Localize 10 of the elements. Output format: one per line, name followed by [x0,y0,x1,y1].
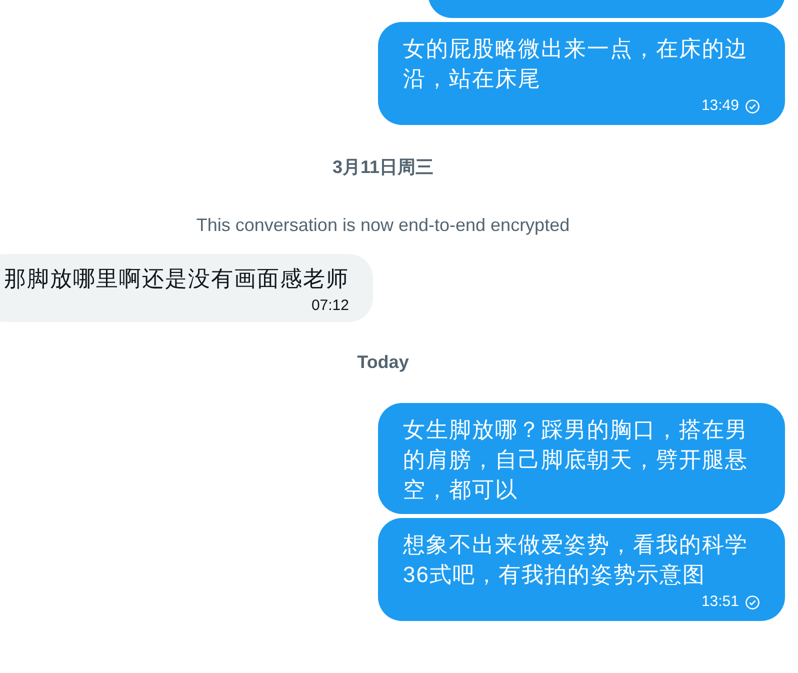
encryption-notice: This conversation is now end-to-end encrypted [196,215,570,236]
message-text: 想象不出来做爱姿势，看我的科学36式吧，有我拍的姿势示意图 [403,531,749,589]
message-text: 那脚放哪里啊还是没有画面感老师 [4,265,349,293]
message-time: 13:49 [701,96,739,116]
message-time: 13:51 [701,592,739,612]
message-time: 07:12 [311,296,349,316]
message-text: 女的屁股略微出来一点，在床的边沿，站在床尾 [403,35,749,93]
message-text: 女生脚放哪？踩男的胸口，搭在男的肩膀，自己脚底朝天，劈开腿悬空，都可以 [403,416,749,504]
date-separator: 3月11日周三 [332,156,434,179]
date-separator: Today [357,352,409,373]
